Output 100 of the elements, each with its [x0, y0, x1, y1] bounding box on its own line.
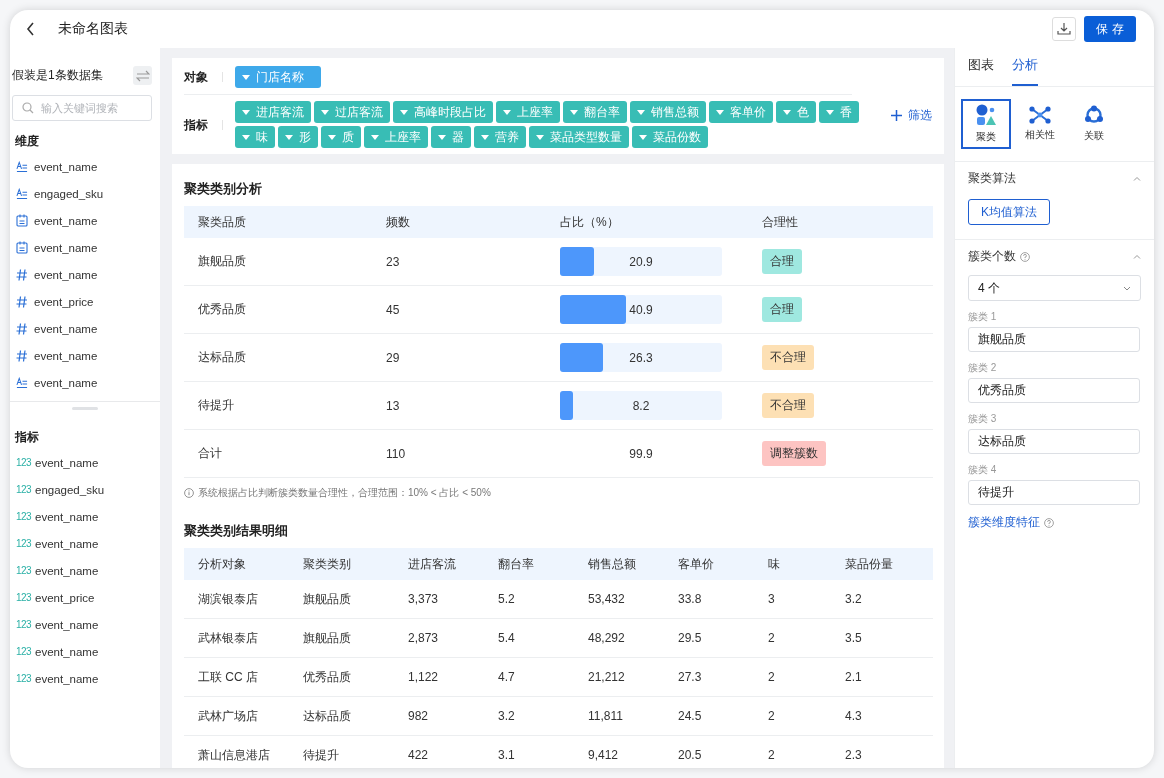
- table-cell: 萧山信息港店: [184, 735, 289, 768]
- field-name[interactable]: event_name: [35, 510, 99, 523]
- field-name[interactable]: engaged_sku: [34, 187, 104, 200]
- collapse-icon[interactable]: [1133, 254, 1141, 259]
- table-cell: 达标品质: [184, 333, 372, 382]
- search-field[interactable]: 输入关键词搜索: [12, 95, 152, 121]
- network-icon: [1029, 106, 1051, 124]
- table-cell: 2: [754, 618, 831, 658]
- table-cell: 2: [754, 696, 831, 736]
- table-cell: 达标品质: [289, 696, 394, 736]
- cluster-name-field[interactable]: 待提升: [968, 480, 1140, 505]
- status-tag: 合理: [762, 249, 802, 274]
- metric-label: 指标: [184, 119, 223, 130]
- column-header: 菜品份量: [831, 548, 933, 580]
- section-title: 簇类个数: [968, 248, 1016, 265]
- table-cell: 工联 CC 店: [184, 657, 289, 697]
- field-name[interactable]: event_name: [34, 160, 98, 173]
- field-name[interactable]: event_name: [34, 322, 98, 335]
- share-bar: 20.9: [560, 247, 722, 276]
- field-name[interactable]: event_name: [35, 672, 99, 685]
- help-icon: [1044, 517, 1054, 528]
- analysis-type[interactable]: 聚类: [961, 99, 1011, 149]
- field-name[interactable]: event_name: [35, 618, 99, 631]
- cluster-name-field[interactable]: 达标品质: [968, 429, 1140, 454]
- table-cell: 3.2: [831, 580, 933, 619]
- table-cell: 待提升: [184, 381, 372, 430]
- field-name[interactable]: event_name: [34, 241, 98, 254]
- status-tag: 不合理: [762, 345, 814, 370]
- number-type-label: 123: [16, 646, 29, 657]
- field-name[interactable]: engaged_sku: [35, 483, 105, 496]
- cluster-name-field[interactable]: 旗舰品质: [968, 327, 1140, 352]
- share-bar: 40.9: [560, 295, 722, 324]
- section-title: 维度: [14, 133, 40, 150]
- table-cell: 待提升: [289, 735, 394, 768]
- table-cell: 110: [372, 429, 560, 478]
- hash-icon: [16, 322, 28, 335]
- adjust-tag[interactable]: 调整簇数: [762, 441, 826, 466]
- field-label: 簇类 2: [968, 361, 998, 375]
- tab[interactable]: 图表: [968, 56, 994, 86]
- status-tag: 不合理: [762, 393, 814, 418]
- download-button[interactable]: [1052, 17, 1076, 41]
- table-cell: 48,292: [574, 618, 664, 658]
- table-cell: 422: [394, 735, 484, 768]
- field-name[interactable]: event_name: [34, 214, 98, 227]
- number-type-label: 123: [16, 511, 29, 522]
- field-name[interactable]: event_name: [34, 268, 98, 281]
- hash-icon: [16, 295, 28, 308]
- section-title: 指标: [14, 429, 40, 446]
- table-cell: 湖滨银泰店: [184, 580, 289, 619]
- column-header: 翻台率: [484, 548, 574, 580]
- table-cell: 2.3: [831, 735, 933, 768]
- field-name[interactable]: event_name: [35, 564, 99, 577]
- field-name[interactable]: event_name: [35, 537, 99, 550]
- shapes-icon: [975, 104, 997, 126]
- text-field-icon: [16, 187, 28, 200]
- table-cell: 33.8: [664, 580, 754, 619]
- number-type-label: 123: [16, 457, 29, 468]
- table-cell: 3.1: [484, 735, 574, 768]
- table-cell: 982: [394, 696, 484, 736]
- field-name[interactable]: event_name: [35, 456, 99, 469]
- switch-button[interactable]: [133, 66, 152, 85]
- table-cell: 9,412: [574, 735, 664, 768]
- column-header: 进店客流: [394, 548, 484, 580]
- search-icon: [22, 102, 34, 114]
- tab[interactable]: 分析: [1012, 56, 1038, 86]
- table-cell: 11,811: [574, 696, 664, 736]
- collapse-icon[interactable]: [1133, 176, 1141, 181]
- info-icon: [184, 488, 194, 498]
- share-bar: 8.2: [560, 391, 722, 420]
- table-cell: 优秀品质: [184, 285, 372, 334]
- table-cell: 3,373: [394, 580, 484, 619]
- back-icon[interactable]: [26, 22, 36, 36]
- number-type-label: 123: [16, 619, 29, 630]
- column-header: 聚类类别: [289, 548, 394, 580]
- count-select[interactable]: 4 个: [968, 275, 1141, 301]
- column-header: 分析对象: [184, 548, 289, 580]
- help-icon: [1020, 251, 1030, 262]
- status-tag: 合理: [762, 297, 802, 322]
- dataset-name: 假装是1条数据集: [12, 67, 103, 84]
- table-cell: 20.5: [664, 735, 754, 768]
- field-name[interactable]: event_name: [34, 376, 98, 389]
- table-cell: 5.4: [484, 618, 574, 658]
- table-cell: 24.5: [664, 696, 754, 736]
- save-button[interactable]: 保 存: [1084, 16, 1136, 42]
- column-header: 客单价: [664, 548, 754, 580]
- filter-button[interactable]: 筛选: [891, 107, 932, 124]
- field-name[interactable]: event_price: [34, 295, 94, 308]
- field-name[interactable]: event_price: [35, 591, 95, 604]
- cluster-name-field[interactable]: 优秀品质: [968, 378, 1140, 403]
- table-cell: 29.5: [664, 618, 754, 658]
- object-label: 对象: [184, 72, 223, 82]
- section-title: 聚类算法: [968, 170, 1016, 187]
- feature-link[interactable]: 簇类维度特征: [968, 514, 1040, 531]
- table-cell: 21,212: [574, 657, 664, 697]
- table-cell: 优秀品质: [289, 657, 394, 697]
- field-name[interactable]: event_name: [34, 349, 98, 362]
- algorithm-button[interactable]: K均值算法: [968, 199, 1050, 225]
- field-name[interactable]: event_name: [35, 645, 99, 658]
- number-type-label: 123: [16, 565, 29, 576]
- table-cell: 武林广场店: [184, 696, 289, 736]
